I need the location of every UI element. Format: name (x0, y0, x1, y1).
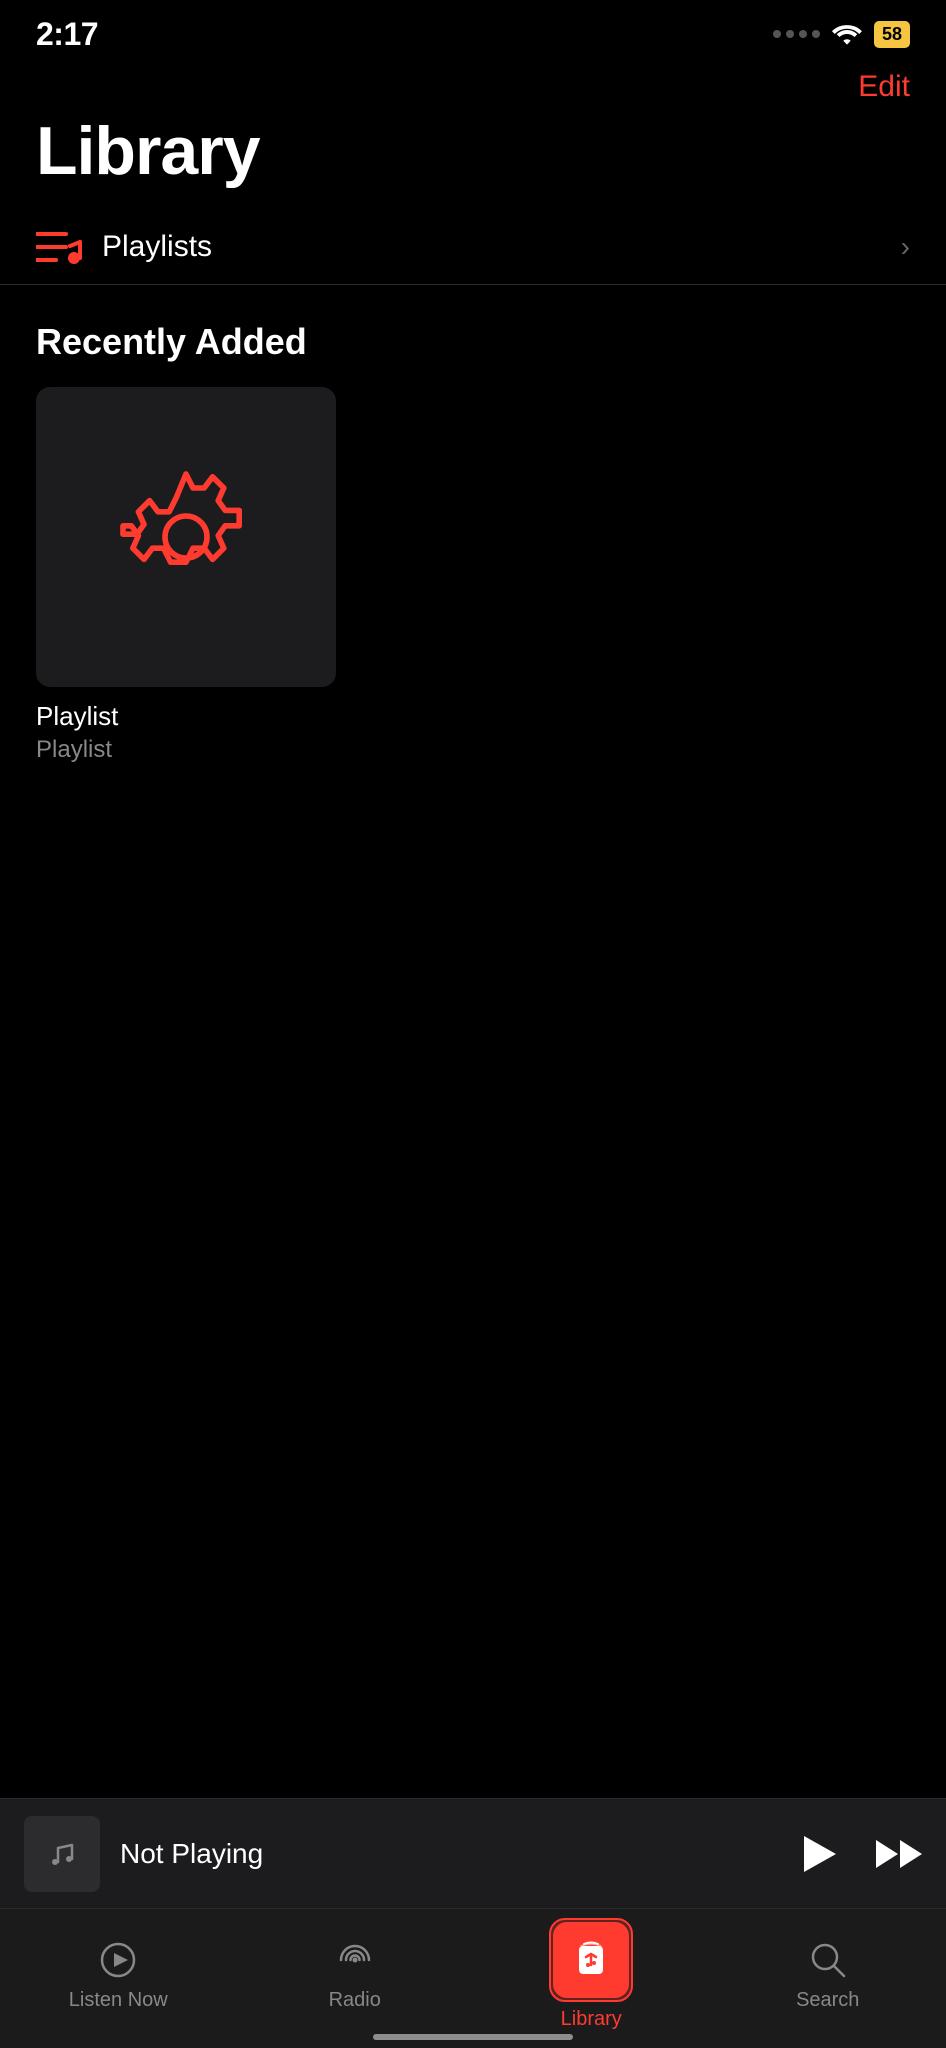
tab-search[interactable]: Search (710, 1909, 946, 2028)
tab-radio-label: Radio (329, 1989, 381, 2012)
status-icons: 58 (773, 21, 910, 48)
play-icon (804, 1836, 836, 1872)
tab-listen-now-label: Listen Now (69, 1989, 168, 2012)
album-subtitle: Playlist (36, 736, 336, 764)
search-icon (805, 1937, 851, 1983)
home-indicator (373, 2034, 573, 2040)
mini-player-title: Not Playing (120, 1838, 800, 1870)
mini-player[interactable]: Not Playing (0, 1798, 946, 1908)
radio-icon (332, 1937, 378, 1983)
playlist-icon (36, 228, 82, 266)
tab-listen-now[interactable]: Listen Now (0, 1909, 237, 2028)
tab-library[interactable]: Library (473, 1909, 710, 2028)
playlists-left: Playlists (36, 228, 212, 266)
page-title: Library (0, 104, 946, 210)
fast-forward-icon (876, 1840, 898, 1868)
play-button[interactable] (800, 1834, 840, 1874)
album-title: Playlist (36, 701, 336, 732)
wifi-icon (832, 23, 862, 45)
status-bar: 2:17 58 (0, 0, 946, 60)
chevron-right-icon: › (901, 231, 910, 263)
library-icon (553, 1922, 629, 1998)
status-time: 2:17 (36, 16, 98, 53)
listen-now-icon (95, 1937, 141, 1983)
playlists-label: Playlists (102, 230, 212, 264)
fast-forward-button[interactable] (876, 1840, 922, 1868)
tab-library-label: Library (561, 2008, 622, 2031)
header: Edit (0, 60, 946, 104)
mini-player-controls (800, 1834, 922, 1874)
recently-added-section-title: Recently Added (0, 285, 946, 387)
album-art (36, 387, 336, 687)
fast-forward-icon-2 (900, 1840, 922, 1868)
battery-indicator: 58 (874, 21, 910, 48)
edit-button[interactable]: Edit (858, 70, 910, 104)
tab-radio[interactable]: Radio (237, 1909, 474, 2028)
library-icon-border (549, 1918, 633, 2002)
tab-search-label: Search (796, 1989, 859, 2012)
album-item[interactable]: Playlist Playlist (36, 387, 336, 764)
albums-grid: Playlist Playlist (0, 387, 946, 764)
playlists-row[interactable]: Playlists › (0, 210, 946, 285)
mini-player-art (24, 1816, 100, 1892)
tab-bar: Listen Now Radio (0, 1908, 946, 2048)
signal-icon (773, 30, 820, 38)
